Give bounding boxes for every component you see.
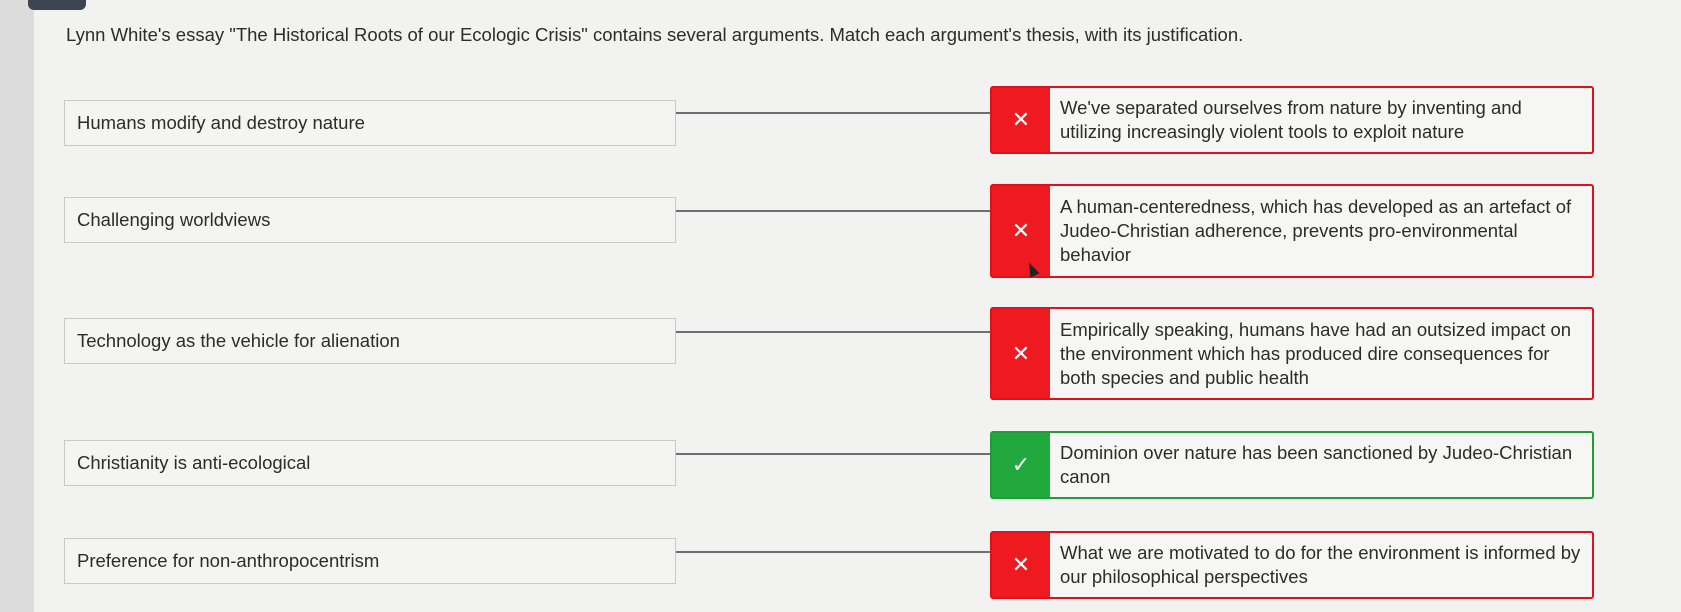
question-text: Lynn White's essay "The Historical Roots… (66, 24, 1244, 45)
match-connector (676, 210, 990, 212)
justification-label: We've separated ourselves from nature by… (1060, 97, 1522, 142)
justification-item[interactable]: ✕ A human-centeredness, which has develo… (990, 184, 1594, 278)
match-connector (676, 112, 990, 114)
thesis-label: Technology as the vehicle for alienation (77, 330, 400, 351)
thesis-item[interactable]: Christianity is anti-ecological (64, 440, 676, 486)
justification-label: A human-centeredness, which has develope… (1060, 196, 1572, 265)
window-tab (28, 0, 86, 10)
incorrect-icon: ✕ (992, 88, 1050, 152)
checkmark-icon: ✓ (992, 433, 1050, 497)
match-connector (676, 331, 990, 333)
thesis-label: Humans modify and destroy nature (77, 112, 365, 133)
match-connector (676, 551, 990, 553)
thesis-label: Christianity is anti-ecological (77, 452, 311, 473)
incorrect-icon: ✕ (992, 186, 1050, 276)
justification-item[interactable]: ✓ Dominion over nature has been sanction… (990, 431, 1594, 499)
thesis-item[interactable]: Humans modify and destroy nature (64, 100, 676, 146)
thesis-item[interactable]: Technology as the vehicle for alienation (64, 318, 676, 364)
justification-item[interactable]: ✕ We've separated ourselves from nature … (990, 86, 1594, 154)
justification-item[interactable]: ✕ Empirically speaking, humans have had … (990, 307, 1594, 400)
thesis-label: Challenging worldviews (77, 209, 271, 230)
incorrect-icon: ✕ (992, 309, 1050, 398)
justification-label: Empirically speaking, humans have had an… (1060, 318, 1572, 388)
justification-item[interactable]: ✕ What we are motivated to do for the en… (990, 531, 1594, 599)
thesis-item[interactable]: Preference for non-anthropocentrism (64, 538, 676, 584)
justification-label: Dominion over nature has been sanctioned… (1060, 442, 1573, 487)
incorrect-icon: ✕ (992, 533, 1050, 597)
thesis-item[interactable]: Challenging worldviews (64, 197, 676, 243)
match-connector (676, 453, 990, 455)
thesis-label: Preference for non-anthropocentrism (77, 550, 380, 571)
justification-label: What we are motivated to do for the envi… (1060, 542, 1581, 587)
